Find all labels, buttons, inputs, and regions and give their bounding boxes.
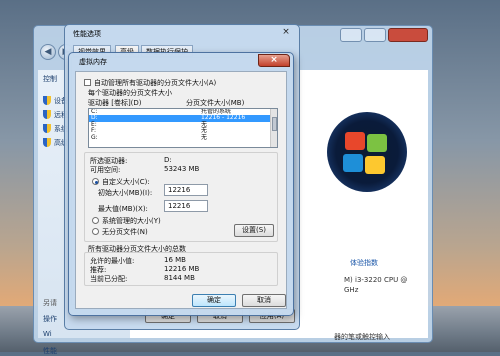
sidebar-item-home[interactable]: 控制 (43, 74, 57, 84)
radio-dot[interactable] (92, 217, 99, 224)
maximize-button[interactable] (364, 28, 386, 42)
processor-text: M) i3-3220 CPU @ (344, 276, 408, 284)
flag-green-icon (367, 134, 387, 152)
max-size-label: 最大值(MB)(X): (98, 205, 148, 213)
close-button[interactable] (388, 28, 428, 42)
initial-size-label: 初始大小(MB)(I): (98, 189, 153, 197)
processor-speed-text: GHz (344, 286, 359, 294)
checkbox-box[interactable] (84, 79, 91, 86)
initial-size-input[interactable]: 12216 (164, 184, 208, 196)
shield-icon (43, 96, 51, 105)
system-managed-radio[interactable]: 系统管理的大小(Y) (92, 216, 161, 226)
custom-size-label: 自定义大小(C): (102, 178, 150, 186)
close-icon[interactable]: × (279, 27, 293, 39)
flag-yellow-icon (365, 156, 385, 174)
windows-logo (327, 112, 407, 192)
flag-blue-icon (343, 154, 363, 172)
allocated-value: 8144 MB (164, 274, 195, 282)
virtual-memory-dialog: 虚拟内存 × 自动管理所有驱动器的分页文件大小(A) 每个驱动器的分页文件大小 … (68, 52, 294, 316)
selected-drive-value: D: (164, 156, 172, 164)
pen-touch-text: 器的笔或触控输入 (334, 333, 390, 341)
drive-list[interactable]: C: 托管的系统 D: 12216 - 12216 E: 无 F: 无 G: 无 (88, 108, 278, 148)
no-paging-label: 无分页文件(N) (102, 228, 148, 236)
back-arrow-icon[interactable]: ◀ (40, 44, 56, 60)
minimize-button[interactable] (340, 28, 362, 42)
free-space-value: 53243 MB (164, 165, 200, 173)
max-size-input[interactable]: 12216 (164, 200, 208, 212)
radio-dot[interactable] (92, 228, 99, 235)
shield-icon (43, 124, 51, 133)
auto-manage-label: 自动管理所有驱动器的分页文件大小(A) (94, 79, 217, 87)
auto-manage-checkbox[interactable]: 自动管理所有驱动器的分页文件大小(A) (84, 78, 216, 88)
free-space-label: 可用空间: (90, 166, 121, 174)
see-also-heading: 另请 (43, 299, 57, 307)
no-paging-radio[interactable]: 无分页文件(N) (92, 227, 148, 237)
sidebar-item-action-center[interactable]: 操作 (43, 314, 57, 324)
column-drive-header: 驱动器 [卷标](D) (88, 99, 142, 107)
set-button[interactable]: 设置(S) (234, 224, 274, 237)
drive-row[interactable]: G: 无 (89, 133, 271, 141)
window-title: 性能选项 (73, 30, 101, 38)
column-size-header: 分页文件大小(MB) (186, 99, 245, 107)
per-drive-heading: 每个驱动器的分页文件大小 (88, 89, 172, 97)
sidebar-item-windows-update[interactable]: Wi (43, 330, 52, 338)
shield-icon (43, 110, 51, 119)
flag-red-icon (345, 132, 365, 150)
dialog-body: 自动管理所有驱动器的分页文件大小(A) 每个驱动器的分页文件大小 驱动器 [卷标… (75, 71, 287, 309)
min-allowed-value: 16 MB (164, 256, 186, 264)
recommended-value: 12216 MB (164, 265, 200, 273)
dialog-title: 虚拟内存 (79, 58, 107, 66)
shield-icon (43, 138, 51, 147)
allocated-label: 当前已分配: (90, 275, 128, 283)
custom-size-radio[interactable]: 自定义大小(C): (92, 177, 150, 187)
radio-dot[interactable] (92, 178, 99, 185)
drive-letter: G: (91, 133, 98, 141)
scroll-thumb[interactable] (272, 117, 277, 131)
list-scrollbar[interactable] (270, 109, 277, 147)
system-managed-label: 系统管理的大小(Y) (102, 217, 161, 225)
cancel-button[interactable]: 取消 (242, 294, 286, 307)
close-icon[interactable]: × (258, 54, 290, 67)
ok-button[interactable]: 确定 (192, 294, 236, 307)
rating-link[interactable]: 体验指数 (350, 258, 378, 268)
sidebar-item-performance[interactable]: 性能 (43, 346, 57, 356)
edition-text: 更多新版本的 Windows 7 (304, 73, 387, 81)
drive-size: 无 (201, 133, 208, 141)
